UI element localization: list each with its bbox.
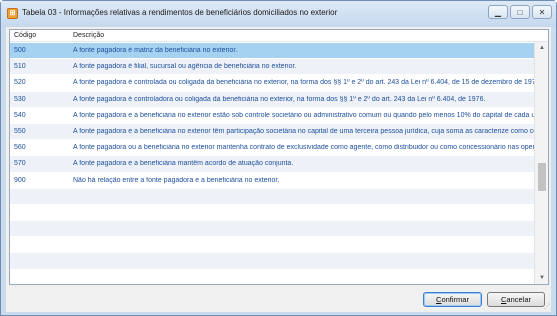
row-description: A fonte pagadora é controladora ou colig… (73, 95, 486, 103)
grid-header: Código Descrição (10, 30, 548, 42)
row-code: 560 (14, 144, 26, 152)
empty-row (10, 188, 534, 205)
row-code: 550 (14, 127, 26, 135)
maximize-button[interactable]: □ (510, 5, 530, 19)
empty-row (10, 270, 534, 284)
row-code: 530 (14, 95, 26, 103)
row-code: 540 (14, 111, 26, 119)
table-row[interactable]: 510 A fonte pagadora é filial, sucursal o… (10, 59, 534, 76)
scroll-down-icon: ▼ (539, 275, 545, 281)
row-description: A fonte pagadora e a beneficiária no ext… (73, 127, 534, 135)
table-row[interactable]: 520 A fonte pagadora é controlada ou coli… (10, 75, 534, 92)
confirm-button[interactable]: Confirmar (423, 292, 482, 307)
dialog-body: Código Descrição 500 A fonte pagadora é m… (6, 27, 551, 312)
minimize-button[interactable]: ▁ (488, 5, 508, 19)
empty-row (10, 221, 534, 238)
empty-row (10, 205, 534, 222)
maximize-icon: □ (517, 7, 523, 17)
close-icon: ✕ (538, 7, 546, 17)
row-code: 570 (14, 160, 26, 168)
row-code: 520 (14, 79, 26, 87)
dialog-window: ⊞ Tabela 03 - Informações relativas a re… (0, 0, 557, 316)
row-code: 510 (14, 63, 26, 71)
table-row[interactable]: 550 A fonte pagadora e a beneficiária no … (10, 123, 534, 141)
column-header-description[interactable]: Descrição (73, 32, 104, 39)
window-title: Tabela 03 - Informações relativas a rend… (22, 8, 338, 17)
column-header-code[interactable]: Código (14, 32, 36, 39)
scroll-up-icon: ▲ (539, 45, 545, 51)
table-row[interactable]: 500 A fonte pagadora é matriz da benefici… (10, 43, 534, 60)
cancel-button-label: Cancelar (500, 295, 532, 304)
table-row[interactable]: 560 A fonte pagadora ou a beneficiária no… (10, 140, 534, 157)
resize-grip-icon[interactable]: ⋰ (542, 303, 550, 311)
row-description: A fonte pagadora é matriz da beneficiári… (73, 47, 238, 54)
table-row[interactable]: 900 Não há relação entre a fonte pagadora… (10, 173, 534, 189)
close-button[interactable]: ✕ (532, 5, 552, 19)
empty-row (10, 253, 534, 270)
row-description: A fonte pagadora e a beneficiária mantêm… (73, 160, 294, 168)
data-grid[interactable]: Código Descrição 500 A fonte pagadora é m… (9, 29, 549, 285)
scroll-thumb[interactable] (538, 163, 546, 191)
row-description: Não há relação entre a fonte pagadora e … (73, 176, 280, 184)
row-description: A fonte pagadora e a beneficiária no ext… (73, 111, 534, 119)
grid-rows: 500 A fonte pagadora é matriz da benefici… (10, 43, 534, 284)
cancel-button[interactable]: Cancelar (487, 292, 545, 307)
row-code: 900 (14, 176, 26, 184)
empty-row (10, 237, 534, 254)
table-row[interactable]: 530 A fonte pagadora é controladora ou co… (10, 91, 534, 108)
scroll-down-button[interactable]: ▼ (535, 272, 548, 284)
confirm-button-label: Confirmar (436, 295, 469, 304)
row-description: A fonte pagadora ou a beneficiária no ex… (73, 144, 534, 152)
row-description: A fonte pagadora é controlada ou coligad… (73, 79, 534, 87)
minimize-icon: ▁ (494, 7, 502, 17)
vertical-scrollbar[interactable]: ▲ ▼ (534, 42, 548, 284)
row-description: A fonte pagadora é filial, sucursal ou a… (73, 63, 297, 71)
table-row[interactable]: 540 A fonte pagadora e a beneficiária no … (10, 108, 534, 124)
table-row[interactable]: 570 A fonte pagadora e a beneficiária man… (10, 156, 534, 173)
row-code: 500 (14, 47, 26, 54)
app-icon: ⊞ (7, 8, 18, 19)
title-bar[interactable]: ⊞ Tabela 03 - Informações relativas a re… (1, 1, 556, 27)
scroll-up-button[interactable]: ▲ (535, 42, 548, 54)
